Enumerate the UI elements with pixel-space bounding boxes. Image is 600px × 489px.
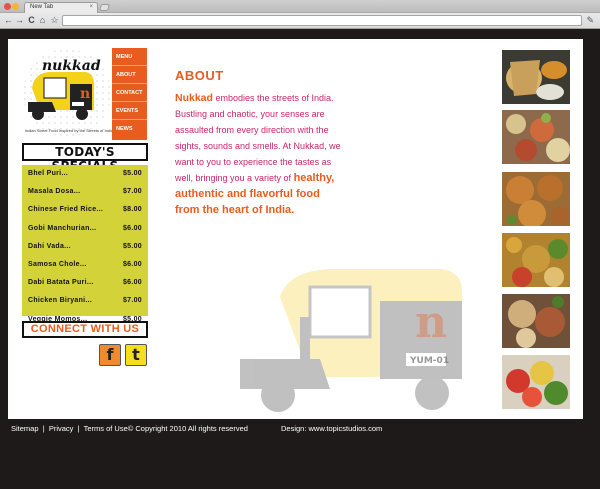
connect-heading: CONNECT WITH US xyxy=(22,321,148,338)
menu-item[interactable]: Samosa Chole... $6.00 xyxy=(28,261,142,279)
facebook-icon[interactable]: f xyxy=(99,344,121,366)
nav-item-contact[interactable]: CONTACT xyxy=(112,84,147,102)
food-photo-4 xyxy=(502,233,570,287)
home-icon[interactable]: ⌂ xyxy=(37,15,48,26)
menu-item[interactable]: Masala Dosa... $7.00 xyxy=(28,188,142,206)
footer-links: Sitemap | Privacy | Terms of Use© Copyri… xyxy=(11,424,248,433)
menu-item-price: $5.00 xyxy=(122,170,142,177)
svg-text:n: n xyxy=(80,86,90,102)
food-photo-2 xyxy=(502,110,570,164)
menu-item-price: $5.00 xyxy=(122,242,142,250)
footer-privacy-link[interactable]: Privacy xyxy=(49,424,74,433)
menu-item[interactable]: Dabi Batata Puri... $6.00 xyxy=(28,279,142,297)
browser-tab-bar: New Tab × xyxy=(0,0,600,13)
close-window-icon[interactable] xyxy=(4,3,11,10)
menu-item[interactable]: Chinese Fried Rice... $8.00 xyxy=(28,206,142,224)
twitter-icon[interactable]: t xyxy=(125,344,147,366)
menu-item-name: Chinese Fried Rice... xyxy=(28,206,104,214)
food-photo-5 xyxy=(502,294,570,348)
nav-item-menu[interactable]: MENU xyxy=(112,48,147,66)
menu-item-price: $8.00 xyxy=(122,206,142,214)
menu-item[interactable]: Chicken Biryani... $7.00 xyxy=(28,297,142,315)
minimize-window-icon[interactable] xyxy=(12,3,19,10)
tab-close-icon[interactable]: × xyxy=(89,4,93,10)
footer-sitemap-link[interactable]: Sitemap xyxy=(11,424,39,433)
new-tab-button[interactable] xyxy=(99,4,110,11)
food-photo-6 xyxy=(502,355,570,409)
about-brand: Nukkad xyxy=(175,92,213,104)
specials-heading: TODAY'S SPECIALS xyxy=(22,143,148,173)
menu-item-price: $7.00 xyxy=(122,297,142,305)
menu-item-name: Dahi Vada... xyxy=(28,242,71,250)
nav-item-about[interactable]: ABOUT xyxy=(112,66,147,84)
footer-terms-link[interactable]: Terms of Use xyxy=(84,424,128,433)
star-icon[interactable]: ☆ xyxy=(49,15,60,26)
specials-menu: Bhel Puri... $5.00 Masala Dosa... $7.00 Ch… xyxy=(22,165,148,323)
nav-item-news[interactable]: NEWS xyxy=(112,120,147,138)
page-footer: Sitemap | Privacy | Terms of Use© Copyri… xyxy=(0,419,600,489)
nav-item-events[interactable]: EVENTS xyxy=(112,102,147,120)
logo-text: nukkad xyxy=(42,58,101,74)
back-icon[interactable]: ← xyxy=(3,15,14,26)
forward-icon[interactable]: → xyxy=(14,15,25,26)
footer-copyright: © Copyright 2010 All rights reserved xyxy=(127,424,248,433)
rickshaw-illustration: n YUM-01 xyxy=(240,269,462,412)
menu-item-price: $6.00 xyxy=(122,260,142,268)
footer-separator: | xyxy=(42,424,45,433)
reload-icon[interactable]: C xyxy=(26,15,37,26)
main-nav: MENU ABOUT CONTACT EVENTS NEWS xyxy=(112,48,147,140)
menu-item-price: $7.00 xyxy=(122,188,142,196)
menu-item-price: $6.00 xyxy=(122,224,142,232)
logo-tagline: Indian Street Food Inspired by the Stree… xyxy=(24,128,114,133)
page-content: n nukkad Indian Street Food Inspired by … xyxy=(8,39,583,419)
menu-item[interactable]: Dahi Vada... $5.00 xyxy=(28,243,142,261)
logo[interactable]: n nukkad Indian Street Food Inspired by … xyxy=(22,48,114,138)
rickshaw-letter: n xyxy=(415,297,447,348)
menu-item-price: $6.00 xyxy=(122,279,142,287)
food-photo-1 xyxy=(502,50,570,104)
tab-title: New Tab xyxy=(30,4,54,10)
footer-design-credit[interactable]: Design: www.topicstudios.com xyxy=(281,424,382,433)
menu-item-name: Samosa Chole... xyxy=(28,260,87,268)
menu-item-name: Chicken Biryani... xyxy=(28,297,93,305)
menu-item-name: Masala Dosa... xyxy=(28,188,81,196)
food-photo-3 xyxy=(502,172,570,226)
footer-separator: | xyxy=(77,424,80,433)
about-text: Nukkad embodies the streets of India. Bu… xyxy=(175,90,345,218)
browser-tab[interactable]: New Tab × xyxy=(24,2,98,13)
wrench-icon[interactable]: ✎ xyxy=(586,15,594,26)
address-bar[interactable] xyxy=(62,15,582,26)
rickshaw-plate: YUM-01 xyxy=(409,356,449,366)
browser-toolbar: ← → C ⌂ ☆ ✎ xyxy=(0,13,600,29)
menu-item[interactable]: Bhel Puri... $5.00 xyxy=(28,170,142,188)
menu-item-name: Dabi Batata Puri... xyxy=(28,279,94,287)
about-body: embodies the streets of India. Bustling … xyxy=(175,93,341,183)
menu-item[interactable]: Gobi Manchurian... $6.00 xyxy=(28,225,142,243)
about-heading: ABOUT xyxy=(175,68,224,83)
menu-item-name: Gobi Manchurian... xyxy=(28,224,97,232)
menu-item-name: Bhel Puri... xyxy=(28,170,69,177)
